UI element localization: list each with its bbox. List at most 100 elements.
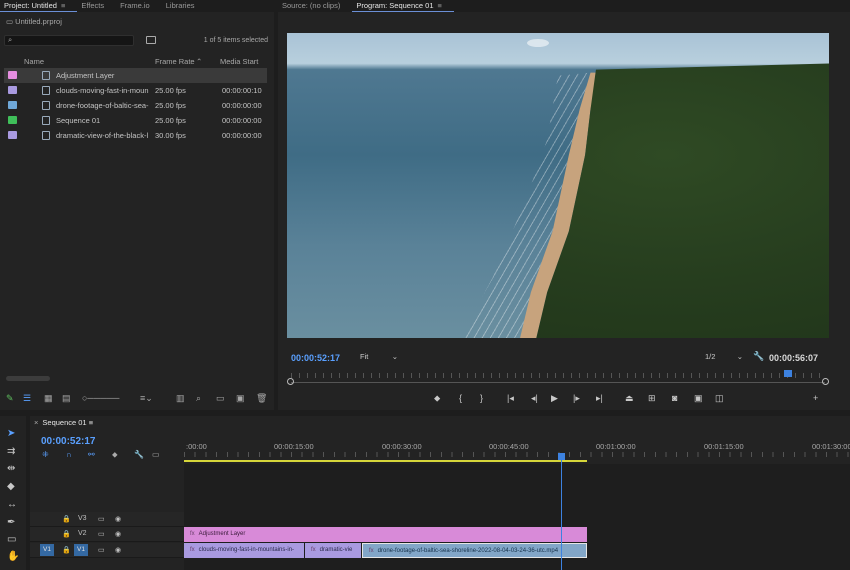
- go-to-out-icon[interactable]: ▸|: [596, 393, 603, 404]
- list-item[interactable]: Adjustment Layer: [4, 68, 267, 83]
- razor-tool-icon[interactable]: ◆: [7, 481, 15, 492]
- new-bin-icon[interactable]: [146, 36, 156, 44]
- label-color-swatch[interactable]: [8, 101, 17, 109]
- nest-icon[interactable]: ⁜: [42, 450, 49, 459]
- add-button-icon[interactable]: +: [813, 393, 818, 403]
- panel-menu-icon[interactable]: ≡: [438, 1, 442, 10]
- pen-tool-icon[interactable]: ✒: [7, 517, 15, 528]
- eye-icon[interactable]: ◉: [115, 530, 121, 538]
- chevron-down-icon: ⌄: [391, 352, 398, 361]
- resolution-select[interactable]: 1/2 ⌄: [705, 352, 745, 361]
- settings-wrench-icon[interactable]: 🔧: [753, 351, 764, 362]
- column-media-start[interactable]: Media Start: [220, 57, 258, 66]
- track-target-v1[interactable]: V1: [74, 544, 88, 556]
- current-timecode[interactable]: 00:00:52:17: [291, 353, 340, 363]
- eye-icon[interactable]: ◉: [115, 546, 121, 554]
- rectangle-tool-icon[interactable]: ▭: [7, 534, 16, 545]
- work-area-bar[interactable]: [184, 460, 587, 462]
- comparison-view-icon[interactable]: ▣: [694, 393, 703, 404]
- dramatic-clip[interactable]: fx dramatic-vie: [305, 543, 361, 558]
- freeform-view-icon[interactable]: ▤: [62, 393, 71, 404]
- snap-magnet-icon[interactable]: ∩: [66, 450, 72, 459]
- slip-tool-icon[interactable]: ↔: [7, 499, 17, 510]
- horizontal-scrollbar[interactable]: [6, 376, 50, 381]
- lock-icon[interactable]: 🔒: [62, 546, 71, 554]
- monitor-time-ruler[interactable]: [287, 370, 829, 385]
- adjustment-layer-icon: [42, 71, 50, 80]
- marker-icon[interactable]: ⬥: [434, 393, 440, 404]
- tab-sequence[interactable]: × Sequence 01 ≡: [34, 418, 93, 427]
- in-point-handle[interactable]: [287, 378, 294, 385]
- find-icon[interactable]: ⌕: [196, 393, 201, 404]
- step-forward-icon[interactable]: |▸: [573, 393, 580, 404]
- trash-icon[interactable]: 🗑: [256, 393, 267, 404]
- lift-icon[interactable]: ⏏: [625, 393, 634, 404]
- add-marker-icon[interactable]: ⬥: [112, 450, 118, 460]
- label-color-swatch[interactable]: [8, 86, 17, 94]
- icon-view-icon[interactable]: ▦: [44, 393, 53, 404]
- column-frame-rate[interactable]: Frame Rate: [155, 57, 195, 66]
- label-color-swatch[interactable]: [8, 71, 17, 79]
- adjustment-layer-clip[interactable]: fx Adjustment Layer: [184, 527, 587, 542]
- source-patch-v1[interactable]: V1: [40, 544, 54, 556]
- playhead[interactable]: [783, 370, 792, 377]
- zoom-fit-select[interactable]: Fit ⌄: [360, 352, 400, 363]
- tab-libraries[interactable]: Libraries: [162, 0, 207, 12]
- automate-to-sequence-icon[interactable]: ▥: [176, 393, 185, 404]
- ripple-edit-tool-icon[interactable]: ⇹: [7, 463, 15, 474]
- timeline-playhead-handle[interactable]: [558, 453, 565, 460]
- sort-asc-icon[interactable]: ⌃: [196, 57, 202, 66]
- sort-icon[interactable]: ≡⌄: [140, 393, 153, 404]
- mark-in-icon[interactable]: {: [459, 393, 462, 403]
- video-clip-icon: [42, 86, 50, 95]
- sync-lock-icon[interactable]: ▭: [98, 515, 105, 523]
- timeline-settings-wrench-icon[interactable]: 🔧: [134, 450, 144, 459]
- play-icon[interactable]: ▶: [551, 393, 558, 404]
- sync-lock-icon[interactable]: ▭: [98, 546, 105, 554]
- clouds-clip[interactable]: fx clouds-moving-fast-in-mountains-in-: [184, 543, 304, 558]
- panel-menu-icon[interactable]: ≡: [89, 418, 93, 427]
- close-icon[interactable]: ×: [34, 418, 38, 427]
- panel-menu-icon[interactable]: ≡: [61, 1, 65, 10]
- ruler-label: 00:01:15:00: [704, 442, 744, 451]
- tab-program[interactable]: Program: Sequence 01 ≡: [352, 0, 454, 12]
- timeline-timecode[interactable]: 00:00:52:17: [41, 436, 95, 447]
- mark-out-icon[interactable]: }: [480, 393, 483, 403]
- linked-selection-icon[interactable]: ⚯: [88, 450, 95, 459]
- list-item[interactable]: Sequence 01 25.00 fps 00:00:00:00: [4, 113, 267, 128]
- tab-project[interactable]: Project: Untitled ≡: [0, 0, 78, 12]
- camera-icon[interactable]: ◙: [672, 393, 677, 403]
- tab-effects[interactable]: Effects: [77, 0, 116, 12]
- list-item[interactable]: drone-footage-of-baltic-sea- 25.00 fps 0…: [4, 98, 267, 113]
- captions-icon[interactable]: ▭: [152, 450, 160, 459]
- step-back-icon[interactable]: ◂|: [531, 393, 538, 404]
- list-item[interactable]: clouds-moving-fast-in-moun 25.00 fps 00:…: [4, 83, 267, 98]
- lock-icon[interactable]: 🔒: [62, 530, 71, 538]
- new-item-icon[interactable]: ▣: [236, 393, 245, 404]
- out-point-handle[interactable]: [822, 378, 829, 385]
- track-select-tool-icon[interactable]: ⇉: [7, 446, 15, 457]
- new-bin-icon[interactable]: ▭: [216, 393, 225, 404]
- fx-icon: fx: [311, 547, 316, 553]
- go-to-in-icon[interactable]: |◂: [507, 393, 514, 404]
- label-color-swatch[interactable]: [8, 116, 17, 124]
- lock-icon[interactable]: 🔒: [62, 515, 71, 523]
- sync-lock-icon[interactable]: ▭: [98, 530, 105, 538]
- pencil-icon[interactable]: ✎: [6, 393, 14, 404]
- label-color-swatch[interactable]: [8, 131, 17, 139]
- extract-icon[interactable]: ⊞: [648, 393, 656, 404]
- search-input[interactable]: ⌕: [4, 35, 134, 46]
- selection-tool-icon[interactable]: ➤: [7, 428, 15, 439]
- tab-source[interactable]: Source: (no clips): [278, 0, 352, 12]
- proxy-toggle-icon[interactable]: ◫: [715, 393, 724, 404]
- transport-controls: ⬥ { } |◂ ◂| ▶ |▸ ▸| ⏏ ⊞ ◙ ▣ ◫ +: [278, 393, 850, 405]
- timeline-ruler[interactable]: :00:00 00:00:15:00 00:00:30:00 00:00:45:…: [184, 442, 850, 462]
- zoom-slider[interactable]: ○─────: [82, 393, 119, 403]
- hand-tool-icon[interactable]: ✋: [7, 551, 19, 562]
- list-item[interactable]: dramatic-view-of-the-black-l 30.00 fps 0…: [4, 128, 267, 143]
- column-name[interactable]: Name: [24, 57, 44, 66]
- list-view-icon[interactable]: ☰: [23, 393, 31, 404]
- tab-frameio[interactable]: Frame.io: [116, 0, 162, 12]
- drone-footage-clip[interactable]: fx drone-footage-of-baltic-sea-shoreline-…: [362, 543, 587, 558]
- eye-icon[interactable]: ◉: [115, 515, 121, 523]
